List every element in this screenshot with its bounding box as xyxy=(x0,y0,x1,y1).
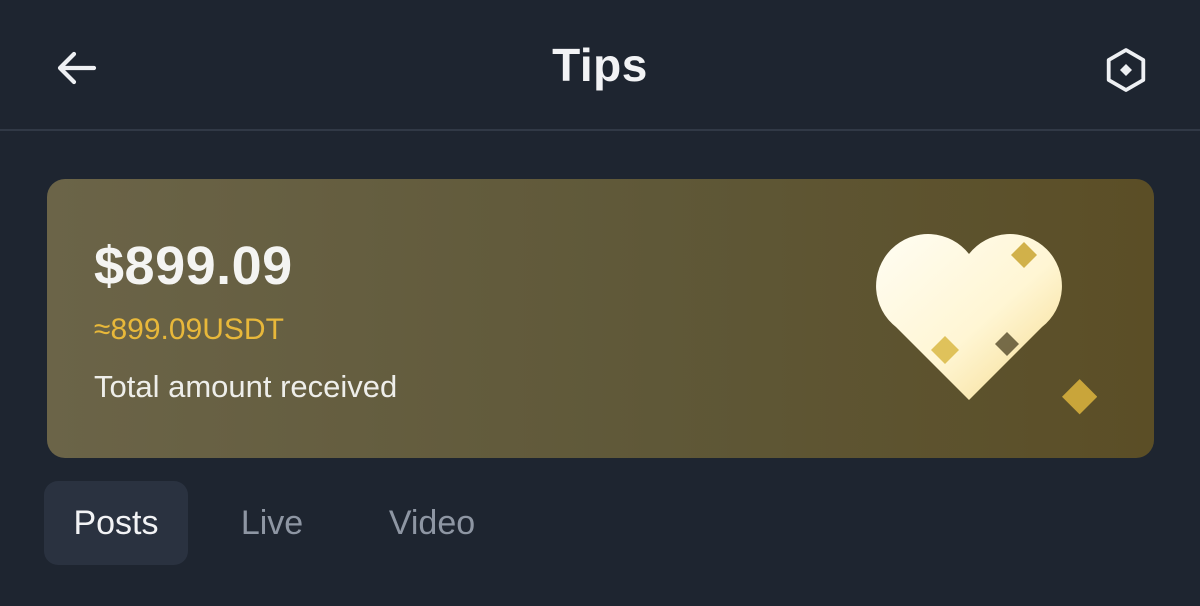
page-title: Tips xyxy=(552,39,648,91)
settings-button[interactable] xyxy=(1098,42,1154,98)
usdt-amount: ≈899.09USDT xyxy=(94,313,284,346)
total-tips-card: $899.09 ≈899.09USDT Total amount receive… xyxy=(47,179,1154,458)
heart-icon xyxy=(876,234,1097,415)
tab-live[interactable]: Live xyxy=(188,481,356,565)
hexagon-diamond-icon xyxy=(1106,48,1146,92)
top-bar: Tips xyxy=(0,0,1200,131)
total-received-label: Total amount received xyxy=(94,369,398,404)
total-amount: $899.09 xyxy=(94,236,293,296)
tips-screen: Tips $899.09 ≈899.09USDT Total amount re… xyxy=(0,0,1200,606)
tab-posts[interactable]: Posts xyxy=(44,481,188,565)
content-tabs: Posts Live Video xyxy=(44,481,508,565)
tab-video[interactable]: Video xyxy=(356,481,508,565)
